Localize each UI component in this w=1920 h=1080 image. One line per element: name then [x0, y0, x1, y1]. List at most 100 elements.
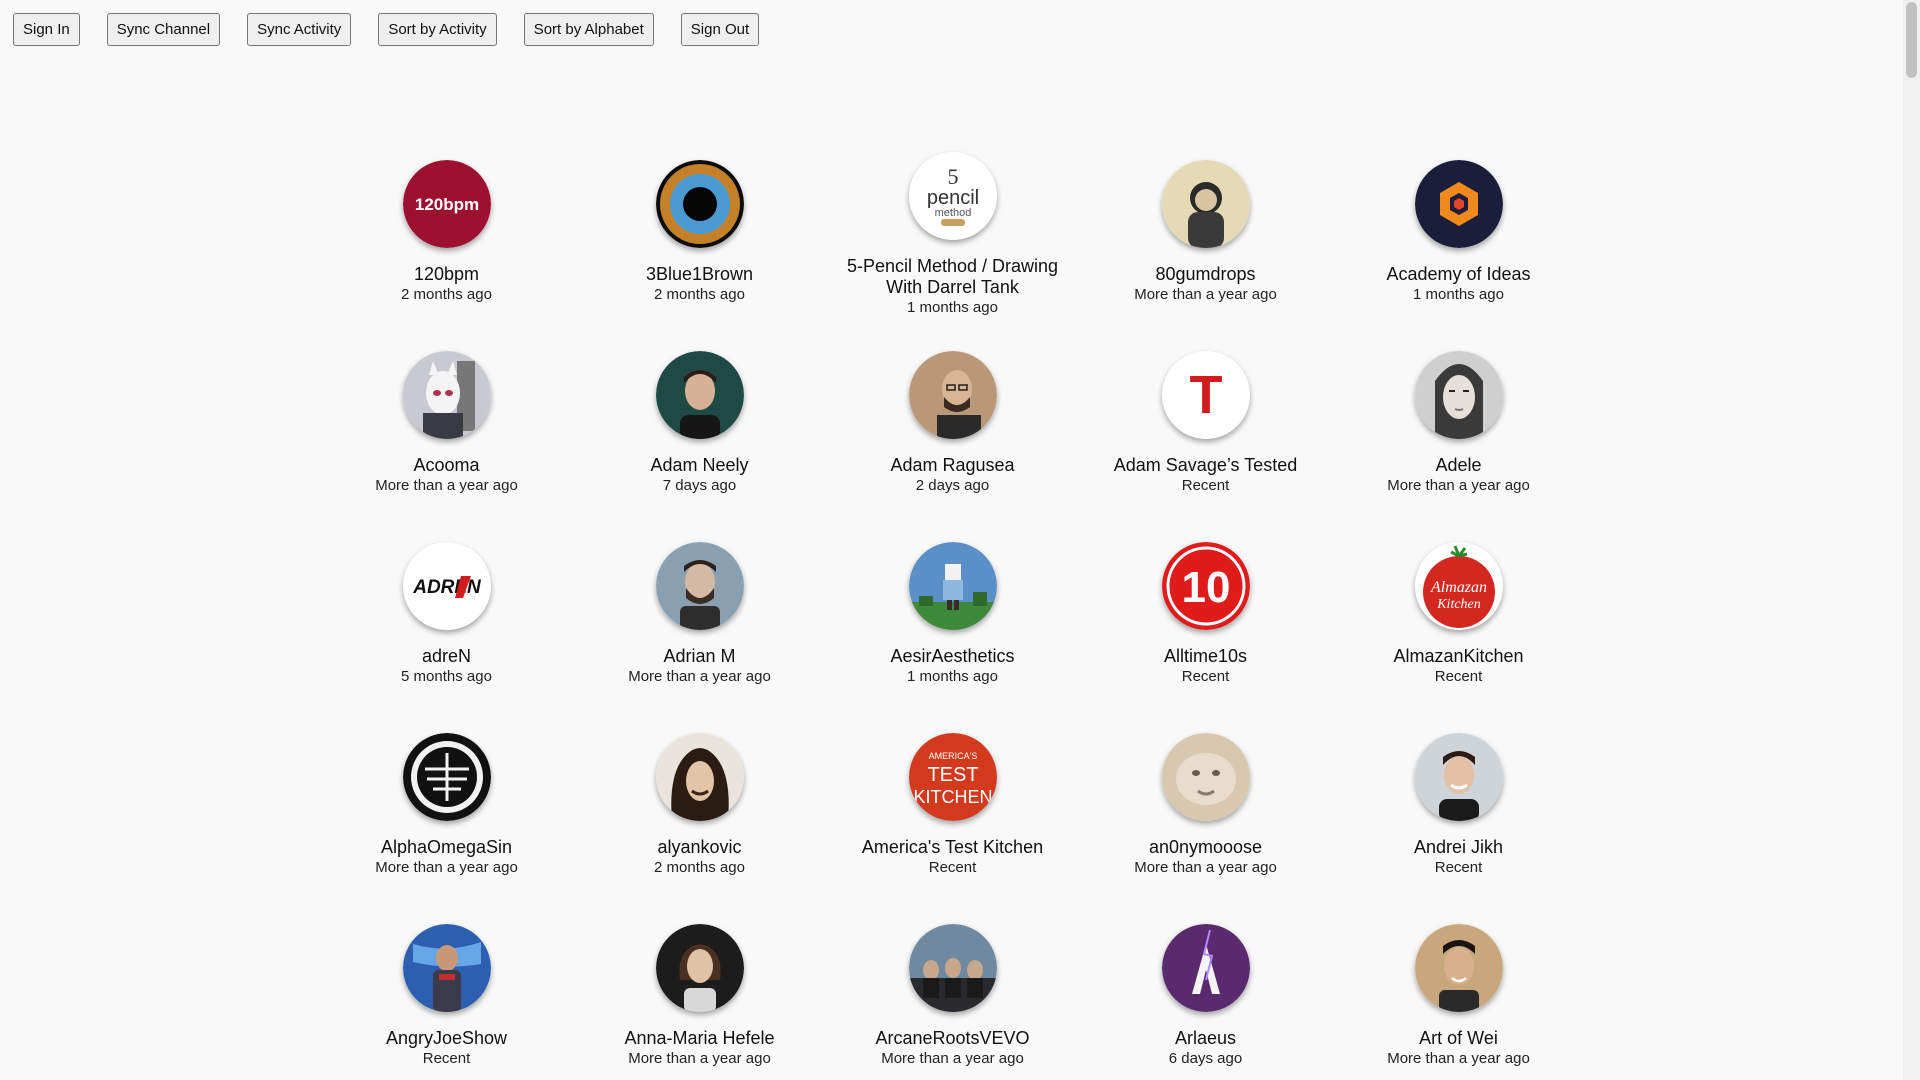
- channel-avatar[interactable]: [402, 351, 491, 439]
- channel-name[interactable]: Anna-Maria Hefele: [624, 1028, 774, 1049]
- sign-in-button[interactable]: Sign In: [13, 13, 80, 46]
- channel-avatar[interactable]: [1414, 924, 1503, 1012]
- channel-card[interactable]: Acooma More than a year ago: [320, 351, 573, 542]
- channel-avatar[interactable]: 5 pencil method: [908, 152, 997, 240]
- channel-card[interactable]: Academy of Ideas 1 months ago: [1332, 160, 1585, 351]
- channel-activity: More than a year ago: [1134, 859, 1277, 876]
- channel-name[interactable]: 120bpm: [414, 264, 479, 285]
- channel-name[interactable]: Alltime10s: [1164, 646, 1247, 667]
- channel-avatar[interactable]: 120bpm: [402, 160, 491, 248]
- channel-avatar[interactable]: [1414, 160, 1503, 248]
- channel-avatar[interactable]: [1414, 733, 1503, 821]
- channel-activity: 2 months ago: [654, 859, 745, 876]
- channel-avatar[interactable]: [402, 733, 491, 821]
- channel-card[interactable]: 3Blue1Brown 2 months ago: [573, 160, 826, 351]
- channel-avatar[interactable]: [655, 351, 744, 439]
- channel-card[interactable]: Adam Neely 7 days ago: [573, 351, 826, 542]
- svg-text:AMERICA'S: AMERICA'S: [928, 751, 977, 761]
- vertical-scrollbar[interactable]: [1903, 0, 1920, 1080]
- channel-avatar[interactable]: ADREN: [402, 542, 491, 630]
- channel-avatar[interactable]: Almazan Kitchen: [1414, 542, 1503, 630]
- channel-name[interactable]: Adele: [1435, 455, 1481, 476]
- channel-name[interactable]: adreN: [422, 646, 471, 667]
- channel-card[interactable]: Almazan Kitchen AlmazanKitchen Recent: [1332, 542, 1585, 733]
- channel-card[interactable]: alyankovic 2 months ago: [573, 733, 826, 924]
- channel-name[interactable]: Adrian M: [663, 646, 735, 667]
- channel-avatar[interactable]: T: [1161, 351, 1250, 439]
- channel-name[interactable]: an0nymooose: [1149, 837, 1262, 858]
- channel-card[interactable]: ArcaneRootsVEVO More than a year ago: [826, 924, 1079, 1080]
- scrollbar-thumb[interactable]: [1906, 2, 1917, 78]
- channel-avatar[interactable]: [402, 924, 491, 1012]
- channel-activity: 6 days ago: [1168, 1050, 1243, 1067]
- channel-card[interactable]: T Adam Savage’s Tested Recent: [1079, 351, 1332, 542]
- channel-activity: More than a year ago: [1387, 477, 1530, 494]
- svg-text:method: method: [934, 207, 971, 219]
- channel-avatar[interactable]: [655, 160, 744, 248]
- channel-card[interactable]: Art of Wei More than a year ago: [1332, 924, 1585, 1080]
- channel-name[interactable]: 80gumdrops: [1155, 264, 1255, 285]
- channel-name[interactable]: Adam Neely: [650, 455, 748, 476]
- channel-activity: 2 days ago: [915, 477, 990, 494]
- channel-avatar[interactable]: [908, 924, 997, 1012]
- channel-activity: 2 months ago: [654, 286, 745, 303]
- channel-name[interactable]: Art of Wei: [1419, 1028, 1498, 1049]
- channel-name[interactable]: Acooma: [413, 455, 479, 476]
- channel-activity: 7 days ago: [662, 477, 737, 494]
- channel-name[interactable]: 5-Pencil Method / Drawing With Darrel Ta…: [838, 256, 1068, 298]
- channel-avatar[interactable]: [655, 542, 744, 630]
- channel-card[interactable]: Adam Ragusea 2 days ago: [826, 351, 1079, 542]
- channel-card[interactable]: 10 Alltime10s Recent: [1079, 542, 1332, 733]
- channel-activity: Recent: [1434, 859, 1483, 876]
- sort-by-activity-button[interactable]: Sort by Activity: [378, 13, 497, 46]
- channel-card[interactable]: Anna-Maria Hefele More than a year ago: [573, 924, 826, 1080]
- channel-avatar[interactable]: [908, 351, 997, 439]
- sync-activity-button[interactable]: Sync Activity: [247, 13, 352, 46]
- sign-out-button[interactable]: Sign Out: [680, 13, 760, 46]
- channel-card[interactable]: ADREN adreN 5 months ago: [320, 542, 573, 733]
- channel-name[interactable]: AlphaOmegaSin: [381, 837, 512, 858]
- channel-name[interactable]: Adam Savage’s Tested: [1114, 455, 1297, 476]
- channel-avatar[interactable]: [655, 924, 744, 1012]
- channel-name[interactable]: alyankovic: [657, 837, 741, 858]
- channel-card[interactable]: 5 pencil method 5-Pencil Method / Drawing …: [826, 152, 1079, 351]
- channel-card[interactable]: Andrei Jikh Recent: [1332, 733, 1585, 924]
- channel-name[interactable]: ArcaneRootsVEVO: [875, 1028, 1029, 1049]
- channel-avatar[interactable]: 10: [1161, 542, 1250, 630]
- channel-avatar[interactable]: AMERICA'S TEST KITCHEN: [908, 733, 997, 821]
- channel-avatar[interactable]: [1161, 924, 1250, 1012]
- channel-activity: Recent: [1181, 477, 1230, 494]
- channel-card[interactable]: Arlaeus 6 days ago: [1079, 924, 1332, 1080]
- sync-channel-button[interactable]: Sync Channel: [106, 13, 221, 46]
- channel-card[interactable]: Adele More than a year ago: [1332, 351, 1585, 542]
- channel-avatar[interactable]: [1161, 160, 1250, 248]
- channel-name[interactable]: Adam Ragusea: [890, 455, 1014, 476]
- svg-text:5: 5: [947, 164, 958, 189]
- channel-card[interactable]: 80gumdrops More than a year ago: [1079, 160, 1332, 351]
- channel-card[interactable]: AlphaOmegaSin More than a year ago: [320, 733, 573, 924]
- channel-card[interactable]: 120bpm 120bpm 2 months ago: [320, 160, 573, 351]
- channel-activity: More than a year ago: [628, 668, 771, 685]
- channel-avatar[interactable]: [1414, 351, 1503, 439]
- channel-name[interactable]: Andrei Jikh: [1414, 837, 1503, 858]
- channel-avatar[interactable]: [655, 733, 744, 821]
- svg-text:KITCHEN: KITCHEN: [913, 787, 992, 807]
- channel-avatar[interactable]: [1161, 733, 1250, 821]
- channel-name[interactable]: America's Test Kitchen: [862, 837, 1043, 858]
- channel-name[interactable]: AesirAesthetics: [890, 646, 1014, 667]
- sort-by-alphabet-button[interactable]: Sort by Alphabet: [523, 13, 654, 46]
- channel-name[interactable]: Academy of Ideas: [1386, 264, 1530, 285]
- channel-name[interactable]: 3Blue1Brown: [646, 264, 753, 285]
- channel-name[interactable]: AngryJoeShow: [386, 1028, 507, 1049]
- channel-card[interactable]: AesirAesthetics 1 months ago: [826, 542, 1079, 733]
- channel-name[interactable]: Arlaeus: [1175, 1028, 1236, 1049]
- channel-activity: 2 months ago: [401, 286, 492, 303]
- channel-card[interactable]: AMERICA'S TEST KITCHEN America's Test Kitc…: [826, 733, 1079, 924]
- svg-text:ADREN: ADREN: [412, 577, 482, 598]
- channel-activity: 1 months ago: [907, 668, 998, 685]
- channel-card[interactable]: AngryJoeShow Recent: [320, 924, 573, 1080]
- channel-name[interactable]: AlmazanKitchen: [1393, 646, 1523, 667]
- channel-avatar[interactable]: [908, 542, 997, 630]
- channel-card[interactable]: an0nymooose More than a year ago: [1079, 733, 1332, 924]
- channel-card[interactable]: Adrian M More than a year ago: [573, 542, 826, 733]
